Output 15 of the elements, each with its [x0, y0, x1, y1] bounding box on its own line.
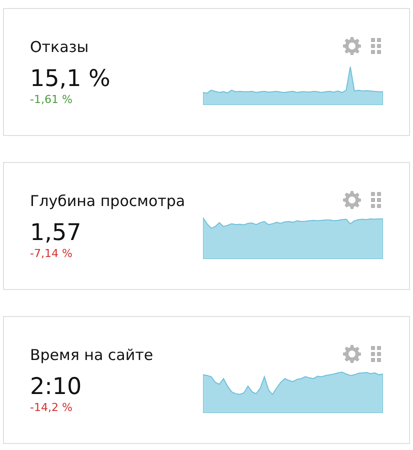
settings-icon[interactable] — [343, 191, 361, 209]
metric-change: -14,2 % — [30, 401, 74, 415]
metric-change: -1,61 % — [30, 93, 74, 107]
settings-icon[interactable] — [343, 37, 361, 55]
metric-value: 2:10 — [30, 373, 83, 401]
drag-handle-icon[interactable] — [371, 38, 381, 54]
drag-handle-icon[interactable] — [371, 346, 381, 362]
metric-title: Время на сайте — [30, 345, 154, 365]
metric-change: -7,14 % — [30, 247, 74, 261]
metric-value: 15,1 % — [30, 65, 110, 93]
settings-icon[interactable] — [343, 345, 361, 363]
metric-title: Глубина просмотра — [30, 191, 186, 211]
metric-title: Отказы — [30, 37, 90, 57]
metric-value: 1,57 — [30, 219, 82, 247]
drag-handle-icon[interactable] — [371, 192, 381, 208]
